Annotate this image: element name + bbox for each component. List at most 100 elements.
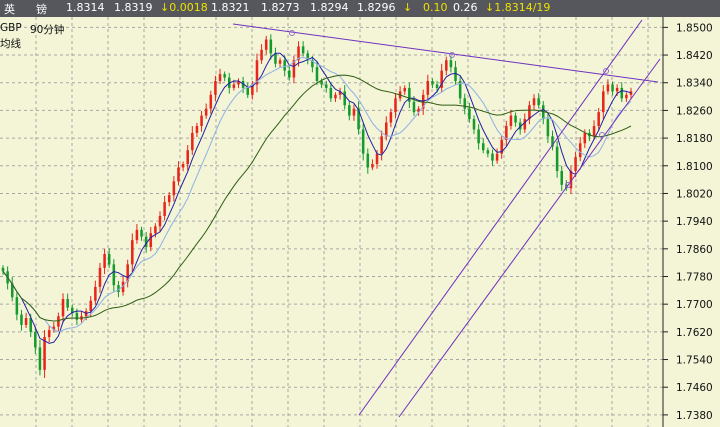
value-2: 0.26 — [453, 1, 478, 14]
candle-body — [163, 202, 166, 216]
candle-body — [375, 153, 379, 165]
candle-body — [103, 254, 106, 268]
candle-body — [204, 108, 208, 116]
bid-ask: ↓1.8314/19 — [485, 1, 551, 14]
candle-body — [528, 105, 531, 120]
candle-body — [278, 60, 282, 64]
candle-body — [154, 226, 157, 234]
candle-body — [38, 347, 42, 370]
candle-body — [606, 84, 610, 92]
moving-average-line — [2, 56, 632, 333]
candle-body — [61, 298, 65, 317]
candle-body — [107, 254, 111, 265]
candle-body — [283, 60, 286, 71]
candle-body — [514, 115, 517, 123]
y-tick-label: 1.7620 — [676, 327, 713, 339]
mid-price: 1.8296 — [357, 1, 396, 14]
candle-body — [389, 112, 393, 123]
y-tick-label: 1.8020 — [676, 188, 713, 200]
candle-body — [218, 74, 222, 82]
last-price: 1.8314 — [66, 1, 105, 14]
candle-body — [57, 316, 60, 327]
candle-body — [592, 125, 596, 137]
candle-body — [149, 233, 153, 248]
candle-body — [574, 157, 577, 171]
candle-body — [66, 298, 69, 308]
candle-body — [546, 119, 550, 137]
candle-body — [629, 91, 633, 95]
candle-body — [195, 125, 199, 133]
candle-body — [625, 94, 628, 99]
direction-arrow: ↓ — [403, 1, 413, 14]
candle-body — [274, 53, 277, 64]
candle-body — [288, 70, 291, 78]
quote-bar: 英 镑 1.8314 1.8319 ↓0.0018 1.8321 1.8273 … — [0, 0, 720, 17]
candle-body — [537, 98, 540, 106]
candle-body — [200, 115, 203, 126]
prev-price: 1.8294 — [310, 1, 349, 14]
pane-indicator: 均线 — [0, 38, 21, 50]
candle-body — [481, 143, 485, 151]
candle-body — [523, 119, 527, 130]
resistance-trendline — [232, 23, 659, 83]
y-tick-label: 1.7780 — [676, 271, 713, 283]
candle-body — [131, 240, 134, 265]
touch-point-marker — [289, 30, 295, 36]
candle-body — [412, 101, 416, 113]
candle-body — [578, 143, 582, 158]
candle-body — [246, 87, 250, 95]
y-tick-label: 1.7940 — [676, 216, 713, 228]
candle-body — [43, 337, 46, 370]
candle-body — [431, 81, 434, 85]
y-tick-label: 1.8180 — [676, 133, 713, 145]
candle-body — [1, 267, 5, 272]
candle-body — [158, 215, 162, 227]
candle-body — [384, 122, 388, 137]
candle-body — [371, 164, 374, 168]
candle-body — [352, 108, 356, 116]
candle-body — [20, 314, 23, 325]
candle-body — [260, 49, 263, 61]
candle-body — [47, 330, 51, 338]
candle-body — [486, 150, 490, 154]
candle-body — [560, 170, 564, 185]
pane-symbol: GBP — [0, 22, 22, 34]
y-tick-label: 1.7700 — [676, 299, 713, 311]
candle-body — [615, 87, 619, 92]
candle-body — [15, 297, 19, 315]
value-1: 0.10 — [423, 1, 448, 14]
chart-pane[interactable]: 1.8500 1.8420 1.8340 1.8260 1.8180 1.8100 1.80… — [0, 17, 720, 427]
candle-body — [223, 74, 226, 78]
candle-body — [611, 84, 614, 92]
candle-body — [94, 286, 97, 301]
candle-body — [555, 146, 559, 171]
y-tick-label: 1.8500 — [676, 22, 713, 34]
candle-body — [140, 229, 143, 237]
candle-body — [24, 318, 28, 325]
price-chart[interactable]: 1.8500 1.8420 1.8340 1.8260 1.8180 1.8100 1.80… — [0, 17, 720, 427]
y-tick-label: 1.8340 — [676, 78, 713, 90]
candle-body — [135, 229, 139, 241]
pane-interval: 90分钟 — [30, 24, 65, 36]
candle-body — [472, 119, 476, 130]
candle-body — [445, 60, 448, 71]
candle-body — [181, 164, 185, 168]
candle-body — [167, 195, 171, 203]
candle-body — [264, 39, 268, 50]
high-price: 1.8321 — [211, 1, 250, 14]
candle-body — [320, 81, 323, 85]
candle-body — [602, 91, 605, 113]
candle-body — [75, 312, 79, 320]
candle-body — [329, 87, 333, 99]
candle-body — [98, 267, 102, 287]
candle-body — [361, 129, 365, 154]
candle-body — [532, 98, 536, 106]
candle-body — [334, 94, 337, 99]
candle-body — [209, 94, 213, 109]
candle-body — [112, 264, 116, 286]
candle-body — [509, 115, 513, 126]
candle-body — [597, 112, 600, 126]
change-value: ↓0.0018 — [160, 1, 208, 14]
candle-body — [324, 84, 328, 88]
candle-body — [435, 84, 439, 88]
